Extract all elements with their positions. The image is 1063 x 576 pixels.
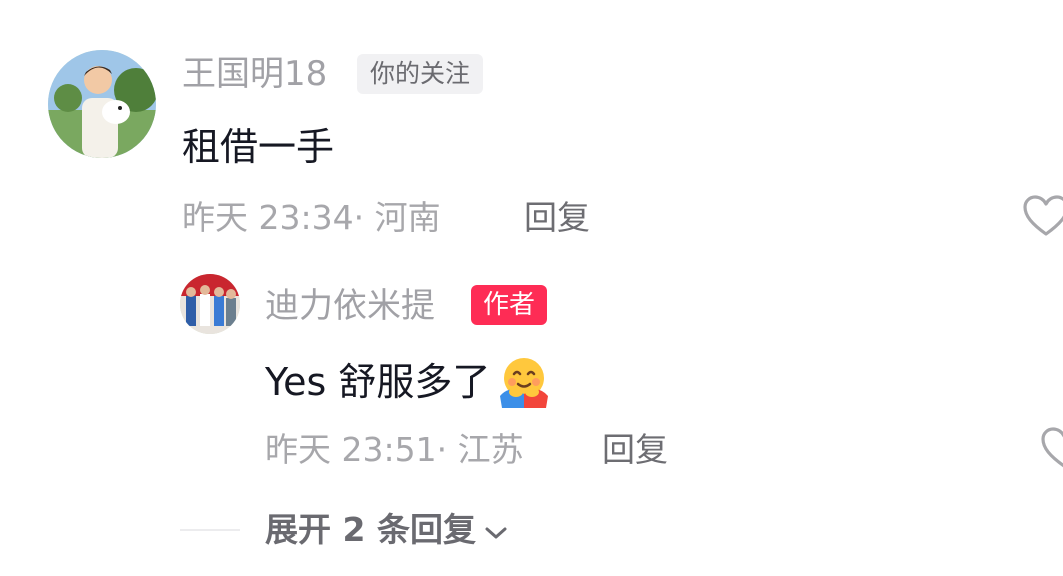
comment-text: 租借一手 xyxy=(182,125,335,169)
reply-location: 江苏 xyxy=(457,430,524,469)
author-username[interactable]: 迪力依米提 xyxy=(265,286,435,326)
comment-location: 河南 xyxy=(374,198,441,237)
hugging-face-emoji-icon xyxy=(496,354,552,410)
commenter-avatar[interactable] xyxy=(48,50,156,158)
meta-separator: · xyxy=(353,198,365,237)
heart-outline-icon[interactable] xyxy=(1040,426,1063,474)
avatar-group-photo-icon xyxy=(180,274,240,334)
avatar-man-holding-dog-icon xyxy=(48,50,156,158)
expand-divider xyxy=(180,529,240,531)
reply-time: 昨天 23:51 xyxy=(265,430,437,469)
reply-meta: 昨天 23:51· 江苏 xyxy=(265,430,524,470)
commenter-username[interactable]: 王国明18 xyxy=(182,54,327,94)
author-tag: 作者 xyxy=(471,285,548,325)
reply-text: Yes 舒服多了 xyxy=(265,354,552,410)
comment-meta: 昨天 23:34· 河南 xyxy=(182,198,441,238)
comment-time: 昨天 23:34 xyxy=(182,198,354,237)
reply-button[interactable]: 回复 xyxy=(602,430,668,470)
following-tag: 你的关注 xyxy=(357,54,484,94)
reply-text-content: Yes 舒服多了 xyxy=(265,360,491,404)
heart-outline-icon[interactable] xyxy=(1022,194,1063,242)
author-avatar[interactable] xyxy=(180,274,240,334)
reply-button[interactable]: 回复 xyxy=(524,198,590,238)
chevron-down-icon xyxy=(484,510,508,550)
expand-replies-button[interactable]: 展开 2 条回复 xyxy=(265,510,508,550)
meta-separator: · xyxy=(436,430,448,469)
expand-replies-label: 展开 2 条回复 xyxy=(265,510,476,549)
